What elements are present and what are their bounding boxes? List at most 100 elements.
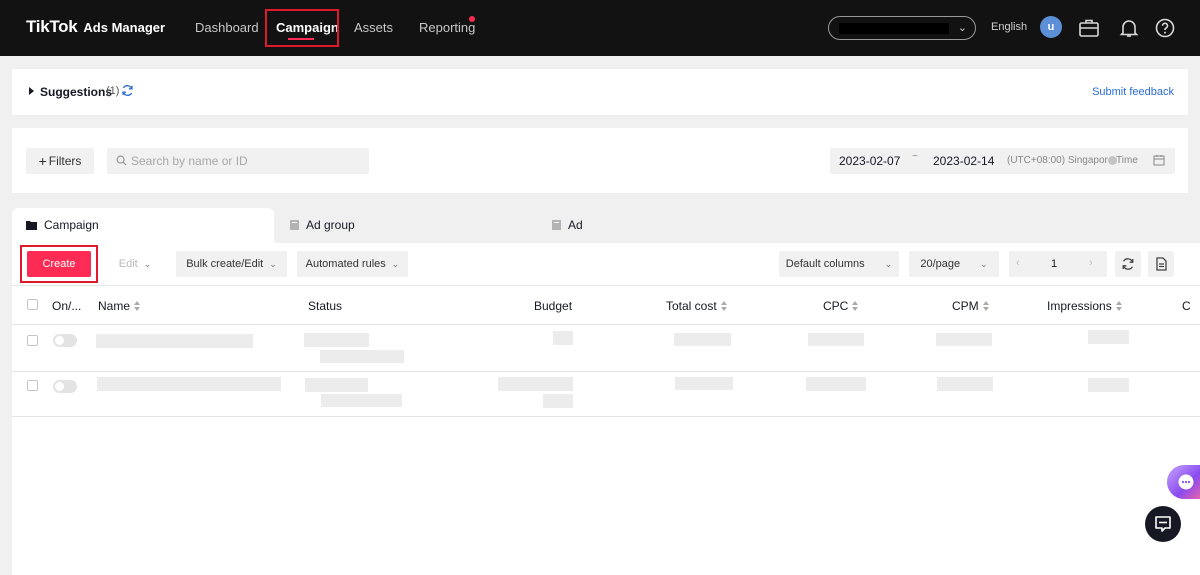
account-selector[interactable]: ⌄ <box>828 16 976 40</box>
help-icon[interactable] <box>1154 17 1176 39</box>
column-header-clipped[interactable]: C <box>1182 299 1191 313</box>
filters-panel: + Filters Search by name or ID 2023-02-0… <box>12 128 1188 193</box>
chevron-down-icon: ⌄ <box>957 22 967 34</box>
tab-campaign[interactable]: Campaign <box>12 208 274 244</box>
cpm-placeholder <box>937 377 993 391</box>
tab-ad-group[interactable]: Ad group <box>274 208 536 244</box>
date-end[interactable]: 2023-02-14 <box>933 154 994 168</box>
column-header-name[interactable]: Name <box>98 299 141 313</box>
nav-reporting[interactable]: Reporting <box>419 20 475 35</box>
columns-label: Default columns <box>785 258 865 270</box>
row-checkbox[interactable] <box>27 335 38 346</box>
column-header-total-cost[interactable]: Total cost <box>666 299 728 313</box>
chevron-down-icon: ⌄ <box>269 258 277 269</box>
sort-icon[interactable] <box>982 301 990 311</box>
date-range-picker[interactable]: 2023-02-07 ~ 2023-02-14 (UTC+08:00) Sing… <box>830 148 1175 174</box>
sort-icon[interactable] <box>1115 301 1123 311</box>
total-cost-placeholder <box>674 333 731 346</box>
bulk-label: Bulk create/Edit <box>186 258 264 270</box>
sort-icon[interactable] <box>720 301 728 311</box>
page-number-input[interactable]: 1 <box>1051 258 1057 270</box>
total-cost-placeholder <box>675 377 733 390</box>
language-switch[interactable]: English <box>991 21 1027 33</box>
expand-caret-icon[interactable] <box>29 87 34 95</box>
chevron-down-icon: ⌄ <box>980 258 988 269</box>
ad-group-icon <box>290 220 299 230</box>
nav-assets[interactable]: Assets <box>354 20 393 35</box>
sort-icon[interactable] <box>852 301 859 311</box>
row-checkbox[interactable] <box>27 380 38 391</box>
date-start[interactable]: 2023-02-07 <box>839 154 900 168</box>
cpm-placeholder <box>936 333 992 346</box>
submit-feedback-link[interactable]: Submit feedback <box>1092 86 1174 98</box>
impressions-placeholder <box>1088 378 1129 392</box>
budget-detail-placeholder <box>543 394 573 408</box>
search-icon <box>116 155 127 166</box>
campaign-highlight-box <box>265 9 339 47</box>
refresh-icon <box>1122 258 1134 270</box>
rules-label: Automated rules <box>305 258 386 270</box>
status-placeholder <box>304 333 369 347</box>
cpc-placeholder <box>806 377 866 391</box>
edit-dropdown[interactable]: Edit ⌄ <box>104 251 166 277</box>
timezone-label: (UTC+08:00) Singapore Time <box>1007 155 1138 166</box>
column-header-cpm[interactable]: CPM <box>952 299 990 313</box>
page-size-dropdown[interactable]: 20/page ⌄ <box>909 251 999 277</box>
status-placeholder <box>305 378 368 392</box>
table-row[interactable] <box>12 372 1200 417</box>
create-highlight-box <box>20 245 98 283</box>
edit-label: Edit <box>118 258 138 270</box>
next-page-icon[interactable]: › <box>1089 257 1093 269</box>
ad-icon <box>552 220 561 230</box>
column-header-impressions[interactable]: Impressions <box>1047 299 1123 313</box>
chevron-down-icon: ⌄ <box>391 258 400 269</box>
suggestions-label[interactable]: Suggestions <box>40 85 112 99</box>
tab-campaign-label: Campaign <box>44 218 99 232</box>
column-header-cpc[interactable]: CPC <box>823 299 859 313</box>
budget-placeholder <box>553 331 573 345</box>
bulk-create-edit-dropdown[interactable]: Bulk create/Edit ⌄ <box>176 251 287 277</box>
date-separator: ~ <box>912 151 918 162</box>
support-chat-button[interactable] <box>1145 506 1181 542</box>
assistant-launcher[interactable] <box>1167 465 1200 499</box>
column-cpm-label: CPM <box>952 299 979 313</box>
columns-dropdown[interactable]: Default columns ⌄ <box>779 251 899 277</box>
status-detail-placeholder <box>321 394 402 407</box>
user-avatar[interactable]: u <box>1040 16 1062 38</box>
column-header-budget[interactable]: Budget <box>534 299 572 313</box>
filters-button[interactable]: + Filters <box>26 148 94 174</box>
chevron-down-icon: ⌄ <box>143 258 152 269</box>
plus-icon: + <box>38 153 47 169</box>
column-header-on-off[interactable]: On/... <box>52 299 81 313</box>
column-header-status[interactable]: Status <box>308 299 342 313</box>
calendar-icon[interactable] <box>1153 154 1165 166</box>
column-name-label: Name <box>98 299 131 313</box>
export-file-icon <box>1156 257 1167 271</box>
select-all-checkbox[interactable] <box>27 299 38 310</box>
chevron-down-icon: ⌄ <box>884 258 893 269</box>
message-icon <box>1155 516 1171 532</box>
automated-rules-dropdown[interactable]: Automated rules ⌄ <box>297 251 408 277</box>
prev-page-icon[interactable]: ‹ <box>1016 257 1020 269</box>
cpc-placeholder <box>808 333 864 346</box>
search-input[interactable]: Search by name or ID <box>107 148 369 174</box>
bell-icon[interactable] <box>1118 17 1140 39</box>
export-button[interactable] <box>1148 251 1174 277</box>
tab-ad[interactable]: Ad <box>536 208 798 244</box>
name-placeholder <box>97 377 281 391</box>
search-placeholder: Search by name or ID <box>131 154 248 168</box>
column-impressions-label: Impressions <box>1047 299 1112 313</box>
refresh-icon[interactable] <box>121 84 134 97</box>
brand-logo[interactable]: TikTok Ads Manager <box>26 17 165 37</box>
budget-placeholder <box>498 377 573 391</box>
page-size-label: 20/page <box>920 258 961 270</box>
row-on-off-toggle[interactable] <box>53 380 77 393</box>
sort-icon[interactable] <box>134 301 141 311</box>
info-icon <box>1108 156 1117 165</box>
briefcase-icon[interactable] <box>1078 17 1100 39</box>
row-on-off-toggle[interactable] <box>53 334 77 347</box>
tab-ad-label: Ad <box>568 218 583 232</box>
refresh-button[interactable] <box>1115 251 1141 277</box>
table-row[interactable] <box>12 325 1200 372</box>
nav-dashboard[interactable]: Dashboard <box>195 20 259 35</box>
